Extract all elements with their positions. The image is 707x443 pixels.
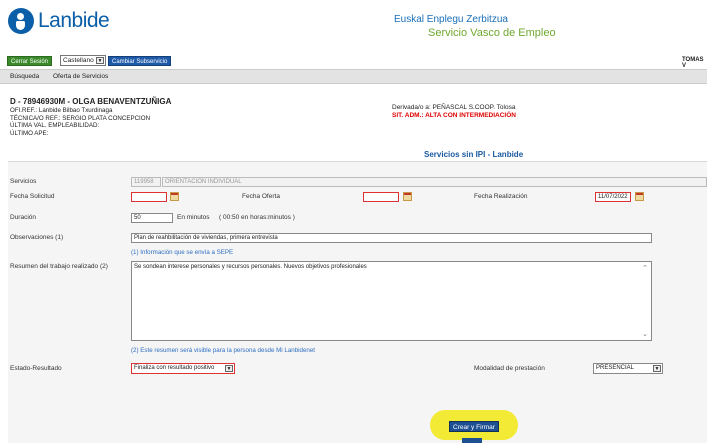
- language-value: Castellano: [63, 57, 94, 64]
- duracion-input[interactable]: 50: [131, 213, 173, 223]
- main-nav: Búsqueda Oferta de Servicios: [0, 69, 707, 84]
- chevron-down-icon: ▼: [96, 57, 104, 64]
- employability-value: ÚLTIMA VAL. EMPLEABILIDAD:: [10, 122, 100, 129]
- language-select[interactable]: Castellano ▼: [60, 55, 106, 66]
- nav-item-oferta-servicios[interactable]: Oferta de Servicios: [53, 73, 108, 80]
- servicios-label: Servicios: [10, 178, 37, 185]
- fecha-solicitud-label: Fecha Solicitud: [10, 193, 55, 200]
- user-name: TOMAS V: [682, 57, 704, 69]
- resumen-note: (2) Este resumen será visible para la pe…: [131, 347, 316, 354]
- brand-basque: Euskal Enplegu Zerbitzua: [394, 14, 508, 25]
- create-and-sign-button[interactable]: Crear y Firmar: [449, 421, 499, 432]
- fecha-realizacion-label: Fecha Realización: [474, 193, 528, 200]
- chevron-up-icon[interactable]: ⌃: [642, 264, 648, 272]
- modalidad-select[interactable]: PRESENCIAL ▼: [593, 363, 663, 374]
- derivation-info: Derivada/o a: PEÑASCAL S.COOP. Tolosa SI…: [392, 104, 516, 119]
- chevron-down-icon[interactable]: ⌄: [642, 330, 648, 338]
- estado-label: Estado-Resultado: [10, 365, 62, 372]
- admin-status: SIT. ADM.: ALTA CON INTERMEDIACIÓN: [392, 111, 516, 119]
- logo-text: Lanbide: [38, 9, 110, 32]
- resumen-text: Se sondean interese personales y recurso…: [134, 264, 367, 270]
- observaciones-input[interactable]: Plan de reahbilitación de viviendas, pri…: [131, 233, 652, 243]
- fecha-solicitud-input[interactable]: [131, 192, 167, 202]
- modalidad-label: Modalidad de prestación: [474, 365, 545, 372]
- fecha-oferta-input[interactable]: [363, 192, 399, 202]
- nav-item-busqueda[interactable]: Búsqueda: [10, 73, 39, 80]
- resumen-label: Resumen del trabajo realizado (2): [10, 263, 108, 270]
- resumen-textarea[interactable]: Se sondean interese personales y recurso…: [131, 261, 652, 341]
- estado-select[interactable]: Finaliza con resultado positivo ▼: [131, 363, 235, 374]
- top-toolbar: Cerrar Sesión Castellano ▼ Cambiar Subse…: [0, 53, 707, 69]
- person-logo-icon: [8, 8, 34, 34]
- calendar-icon[interactable]: [170, 192, 179, 201]
- service-code-field: 119958: [131, 177, 161, 187]
- lanbide-logo[interactable]: Lanbide: [8, 8, 110, 34]
- close-session-button[interactable]: Cerrar Sesión: [7, 56, 53, 66]
- chevron-down-icon: ▼: [653, 365, 661, 372]
- duracion-label: Duración: [10, 214, 37, 221]
- brand-spanish: Servicio Vasco de Empleo: [428, 27, 556, 39]
- person-info: D - 78946930M - OLGA BENAVENTZUÑIGA OFI.…: [10, 97, 171, 137]
- calendar-icon[interactable]: [403, 192, 412, 201]
- modalidad-value: PRESENCIAL: [596, 365, 635, 371]
- derived-to: Derivada/o a: PEÑASCAL S.COOP. Tolosa: [392, 104, 516, 111]
- sepe-note: (1) Información que se envía a SEPE: [131, 249, 234, 256]
- fecha-oferta-label: Fecha Oferta: [242, 193, 280, 200]
- chevron-down-icon: ▼: [225, 365, 233, 372]
- section-title: Servicios sin IPI - Lanbide: [424, 150, 524, 159]
- fecha-realizacion-input[interactable]: 11/07/2022: [595, 192, 631, 202]
- duracion-hint: ( 00:50 en horas:minutos ): [219, 214, 295, 221]
- change-subservice-button[interactable]: Cambiar Subservicio: [108, 56, 172, 66]
- last-ape: ÚLTIMO APE:: [10, 129, 49, 137]
- secondary-button[interactable]: [462, 438, 482, 443]
- calendar-icon[interactable]: [635, 192, 644, 201]
- app-header: Lanbide Euskal Enplegu Zerbitzua Servici…: [0, 0, 707, 50]
- technician-ref: TÉCNICA/O REF.: SERGIO PLATA CONCEPCION: [10, 114, 151, 122]
- service-name-field: ORIENTACIÓN INDIVIDUAL: [162, 177, 707, 187]
- estado-value: Finaliza con resultado positivo: [134, 365, 215, 371]
- observaciones-label: Observaciones (1): [10, 234, 64, 241]
- duracion-unit: En minutos: [177, 214, 210, 221]
- person-title: D - 78946930M - OLGA BENAVENTZUÑIGA: [10, 97, 172, 106]
- office-ref: OFI.REF.: Lanbide Bilbao Txurdinaga: [10, 107, 113, 114]
